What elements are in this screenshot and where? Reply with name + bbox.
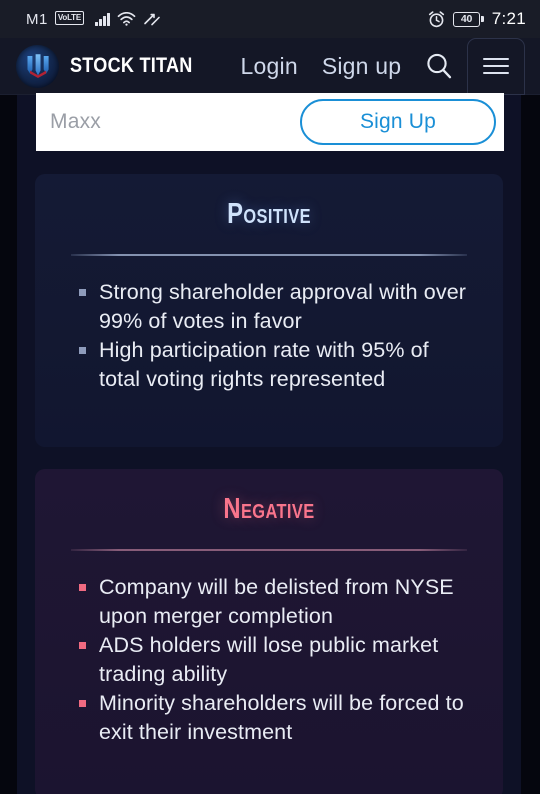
page-body: Positive Strong shareholder approval wit… [0, 95, 540, 794]
list-item: ADS holders will lose public market trad… [77, 631, 473, 689]
signup-button[interactable]: Sign Up [300, 99, 496, 145]
battery-indicator: 40 [453, 11, 484, 27]
stock-titan-logo-icon [16, 44, 59, 88]
brand-name: STOCK TITAN [70, 54, 193, 77]
list-item: Minority shareholders will be forced to … [77, 689, 473, 747]
status-bar-right: 40 7:21 [428, 9, 526, 29]
site-header: STOCK TITAN Login Sign up [0, 37, 540, 95]
alarm-clock-icon [428, 10, 445, 28]
positive-card-title: Positive [227, 198, 311, 230]
positive-card: Positive Strong shareholder approval wit… [35, 174, 503, 447]
status-bar: M1 VoLTE 40 7:21 [0, 0, 540, 38]
signup-strip-text: Maxx [50, 110, 101, 133]
search-icon[interactable] [423, 50, 455, 82]
negative-card-title: Negative [223, 493, 315, 525]
positive-card-divider [71, 254, 467, 256]
battery-tip [481, 16, 484, 22]
signup-link[interactable]: Sign up [322, 53, 401, 80]
header-nav: Login Sign up [241, 53, 402, 80]
signup-strip: Maxx Sign Up [36, 93, 504, 151]
page-right-edge [521, 95, 540, 794]
signal-bars-icon [95, 12, 110, 26]
clock-label: 7:21 [491, 9, 526, 28]
positive-bullet-list: Strong shareholder approval with over 99… [77, 278, 473, 394]
negative-card: Negative Company will be delisted from N… [35, 469, 503, 794]
negative-card-divider [71, 549, 467, 551]
page-left-edge [0, 95, 17, 794]
data-transfer-icon [143, 12, 161, 26]
list-item: Strong shareholder approval with over 99… [77, 278, 473, 336]
phone-screen: M1 VoLTE 40 7:21 STOCK TITAN Login Sign … [0, 0, 540, 794]
status-bar-left: M1 VoLTE [26, 11, 161, 28]
battery-level-label: 40 [453, 11, 481, 27]
hamburger-menu-icon[interactable] [467, 37, 526, 95]
login-link[interactable]: Login [241, 53, 298, 80]
volte-badge: VoLTE [54, 11, 84, 25]
page-content: Positive Strong shareholder approval wit… [17, 95, 521, 794]
wifi-icon [117, 12, 136, 26]
list-item: High participation rate with 95% of tota… [77, 336, 473, 394]
list-item: Company will be delisted from NYSE upon … [77, 573, 473, 631]
negative-bullet-list: Company will be delisted from NYSE upon … [77, 573, 473, 747]
brand-link[interactable]: STOCK TITAN [16, 44, 213, 88]
carrier-label: M1 [26, 10, 48, 28]
